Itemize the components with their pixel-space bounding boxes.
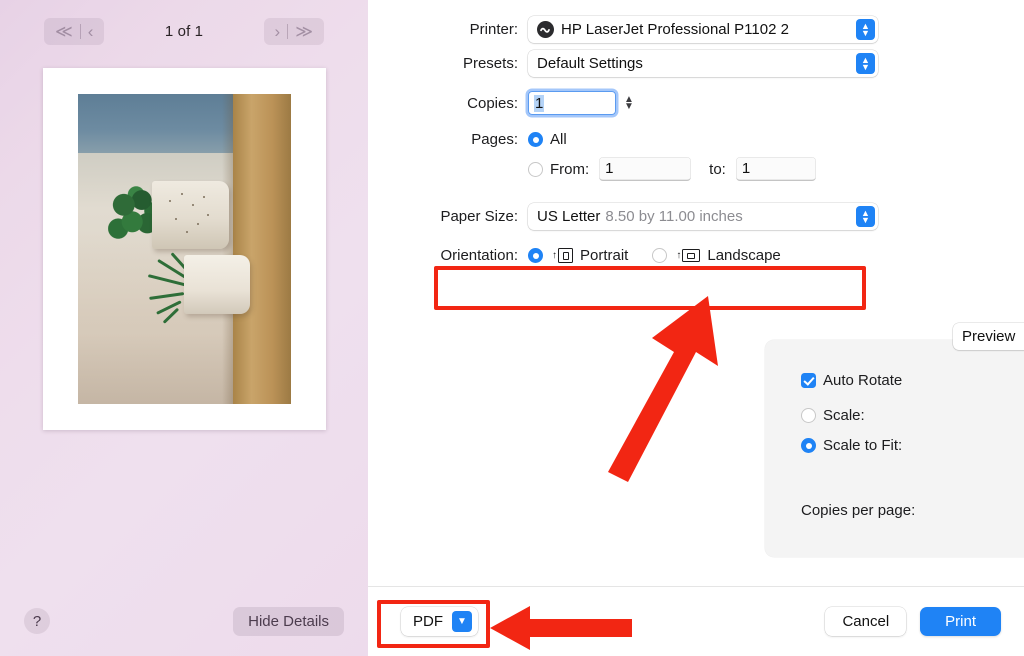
previous-page-icon[interactable]: ‹ — [81, 23, 101, 40]
printer-row: Printer: HP LaserJet Professional P1102 … — [368, 16, 1024, 43]
copies-value: 1 — [534, 94, 545, 112]
paper-size-value: US Letter — [537, 208, 601, 225]
fill-entire-paper-row: Fill Entire Paper — [801, 460, 1024, 477]
photo-plant-stems — [120, 252, 189, 325]
scale-row: Scale: 38% — [801, 403, 1024, 427]
pages-label: Pages: — [471, 131, 518, 148]
pages-row-range: From: 1 to: 1 — [368, 157, 1024, 181]
pages-from-input[interactable]: 1 — [599, 157, 692, 181]
nav-backward-group[interactable]: ≪ ‹ — [44, 17, 105, 45]
scale-radio[interactable] — [801, 407, 816, 423]
landscape-orientation-icon: ↑ — [676, 249, 701, 262]
copies-label: Copies: — [467, 94, 518, 112]
presets-value: Default Settings — [537, 55, 643, 72]
copies-row: Copies: 1 ▲ ▼ — [368, 91, 1024, 115]
printer-value: HP LaserJet Professional P1102 2 — [561, 21, 789, 38]
copies-per-page-label: Copies per page: — [801, 502, 916, 519]
scale-to-fit-label: Scale to Fit: — [823, 437, 903, 454]
portrait-orientation-icon: ↑ — [552, 248, 573, 263]
scale-label: Scale: — [823, 406, 865, 424]
copies-input[interactable]: 1 — [528, 91, 616, 115]
paper-size-row: Paper Size: US Letter 8.50 by 11.00 inch… — [368, 203, 1024, 230]
paper-size-dimensions: 8.50 by 11.00 inches — [605, 208, 743, 225]
orientation-label: Orientation: — [440, 247, 518, 264]
paper-size-select[interactable]: US Letter 8.50 by 11.00 inches ▲ ▼ — [528, 203, 878, 230]
options-pane-select-wrap: Preview ▲▼ — [953, 323, 1024, 350]
pages-range-radio[interactable] — [528, 161, 543, 177]
last-page-icon[interactable]: ≫ — [288, 23, 320, 40]
cancel-button[interactable]: Cancel — [825, 607, 907, 636]
hide-details-button[interactable]: Hide Details — [233, 606, 344, 636]
pages-all-label: All — [550, 131, 567, 148]
options-pane-select[interactable]: Preview ▲▼ — [953, 323, 1024, 350]
print-preview-pane: ≪ ‹ 1 of 1 › ≫ ? Hide Details — [0, 0, 368, 656]
page-preview-sheet — [42, 68, 326, 430]
pages-to-value: 1 — [741, 160, 751, 177]
print-dialog: ≪ ‹ 1 of 1 › ≫ ? Hide Details Printer: H… — [0, 0, 1024, 656]
photo-wooden-post — [233, 94, 291, 404]
orientation-landscape-radio[interactable] — [652, 248, 668, 263]
copies-stepper[interactable]: ▲ ▼ — [622, 91, 636, 115]
options-pane-value: Preview — [962, 328, 1016, 345]
help-button[interactable]: ? — [24, 608, 50, 634]
printer-stepper-icon[interactable]: ▲ ▼ — [856, 19, 875, 40]
photo-planter-upper — [152, 180, 229, 249]
auto-rotate-checkbox[interactable] — [801, 373, 816, 388]
orientation-portrait-radio[interactable] — [528, 248, 543, 263]
nav-forward-group[interactable]: › ≫ — [263, 17, 324, 45]
preview-bottom-bar: ? Hide Details — [0, 586, 368, 656]
copies-per-page-row: Copies per page: 1 ▲▼ — [801, 497, 1024, 524]
presets-select[interactable]: Default Settings ▲ ▼ — [528, 50, 878, 77]
presets-label: Presets: — [462, 55, 518, 72]
paper-size-label: Paper Size: — [440, 208, 518, 225]
page-counter: 1 of 1 — [164, 22, 204, 40]
orientation-landscape-label: Landscape — [707, 247, 781, 264]
pages-all-radio[interactable] — [528, 132, 543, 147]
auto-rotate-row: Auto Rotate — [801, 372, 1024, 389]
pdf-button-label: PDF — [413, 613, 443, 630]
scale-to-fit-radio[interactable] — [801, 438, 816, 453]
presets-stepper-icon[interactable]: ▲ ▼ — [856, 53, 875, 74]
photo-post-shadow — [222, 94, 233, 404]
printer-icon — [537, 21, 554, 38]
pages-row-all: Pages: All — [368, 131, 1024, 148]
pages-to-label: to: — [709, 160, 726, 178]
orientation-row: Orientation: ↑ Portrait ↑ Landscape — [368, 247, 1024, 264]
orientation-portrait-label: Portrait — [580, 247, 629, 264]
chevron-down-icon[interactable]: ▼ — [452, 611, 472, 632]
printer-select[interactable]: HP LaserJet Professional P1102 2 ▲ ▼ — [528, 16, 878, 43]
dialog-action-bar: PDF ▼ Cancel Print — [368, 586, 1024, 656]
photo-thumbnail — [77, 94, 291, 404]
print-settings-pane: Printer: HP LaserJet Professional P1102 … — [368, 0, 1024, 656]
printer-label: Printer: — [469, 21, 518, 38]
pages-from-label: From: — [550, 160, 590, 178]
pages-from-value: 1 — [605, 160, 614, 177]
auto-rotate-label: Auto Rotate — [823, 372, 903, 389]
first-page-icon[interactable]: ≪ — [48, 23, 80, 40]
preview-navigation-bar: ≪ ‹ 1 of 1 › ≫ — [0, 0, 368, 62]
print-options-panel: Auto Rotate Scale: 38% Scale to Fit: Pri… — [765, 340, 1024, 557]
scale-to-fit-row: Scale to Fit: Print Entire Image — [801, 437, 1024, 454]
paper-size-stepper-icon[interactable]: ▲ ▼ — [856, 206, 875, 227]
next-page-icon[interactable]: › — [268, 23, 288, 40]
photo-planter-lower — [184, 255, 251, 315]
print-button[interactable]: Print — [920, 607, 1001, 636]
pages-to-input[interactable]: 1 — [735, 157, 816, 181]
presets-row: Presets: Default Settings ▲ ▼ — [368, 50, 1024, 77]
pdf-button[interactable]: PDF ▼ — [401, 607, 478, 636]
